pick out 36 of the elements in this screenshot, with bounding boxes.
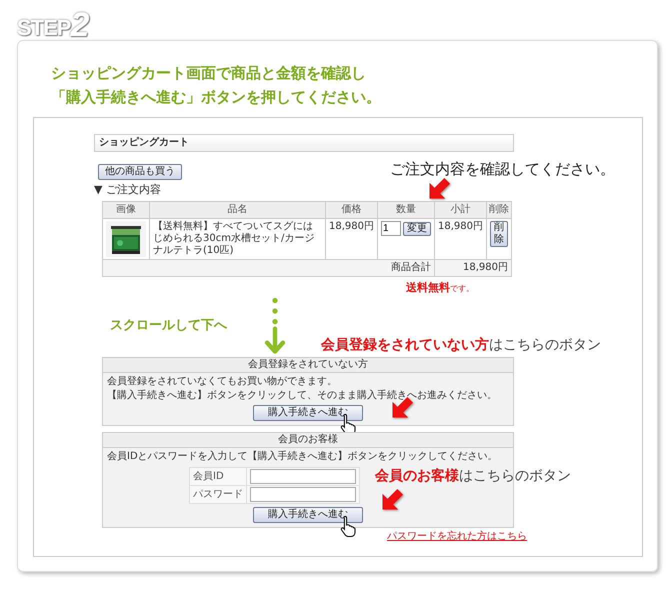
- product-name: 【送料無料】すべてついてスグにはじめられる30cm水槽セット/カージナルテトラ(10匹): [150, 218, 326, 260]
- input-field[interactable]: [250, 469, 356, 484]
- dotted-arrow-icon: [263, 297, 287, 355]
- panel-title: 会員登録をされていない方: [103, 358, 513, 373]
- annotation-text: 会員登録をされていない方はこちらのボタン: [321, 336, 601, 354]
- column-header: 画像: [102, 202, 150, 218]
- total-label: 商品合計: [102, 260, 434, 276]
- total-value: 18,980円: [434, 260, 512, 276]
- price-cell: 18,980円: [326, 218, 378, 260]
- input-field[interactable]: [250, 487, 356, 502]
- step-label: STEP2: [16, 5, 92, 40]
- continue-shopping-button[interactable]: 他の商品も買う: [98, 164, 182, 180]
- delete-button[interactable]: 削除: [490, 221, 508, 247]
- panel-text: 【購入手続きへ進む】ボタンをクリックして、そのまま購入手続きへお進みください。: [107, 390, 498, 402]
- shipping-note: 送料無料です。: [406, 282, 474, 295]
- section-title: ▼ ご注文内容: [94, 184, 162, 196]
- field-label: 会員ID: [190, 468, 246, 486]
- field-label: パスワード: [190, 486, 246, 504]
- column-header: 品名: [150, 202, 326, 218]
- annotation-text: ご注文内容を確認してください。: [390, 160, 615, 178]
- update-button[interactable]: 変更: [403, 222, 431, 236]
- panel-text: 会員登録をされていなくてもお買い物ができます。: [107, 376, 338, 388]
- page-title-bar: ショッピングカート: [94, 134, 514, 152]
- quantity-field[interactable]: 1: [381, 221, 401, 236]
- column-header: 価格: [326, 202, 378, 218]
- forgot-password-link[interactable]: パスワードを忘れた方はこちら: [387, 531, 527, 543]
- column-header: 削除: [486, 202, 512, 218]
- heading-text: 「購入手続きへ進む」ボタンを押してください。: [51, 87, 382, 108]
- column-header: 小計: [434, 202, 486, 218]
- annotation-text: 会員のお客様はこちらのボタン: [375, 467, 571, 485]
- heading-text: ショッピングカート画面で商品と金額を確認し: [51, 63, 367, 84]
- subtotal-cell: 18,980円: [434, 218, 486, 260]
- panel-text: 会員IDとパスワードを入力して【購入手続きへ進む】ボタンをクリックしてください。: [107, 451, 499, 463]
- column-header: 数量: [378, 202, 434, 218]
- panel-title: 会員のお客様: [103, 433, 513, 448]
- scroll-hint-text: スクロールして下へ: [110, 320, 228, 332]
